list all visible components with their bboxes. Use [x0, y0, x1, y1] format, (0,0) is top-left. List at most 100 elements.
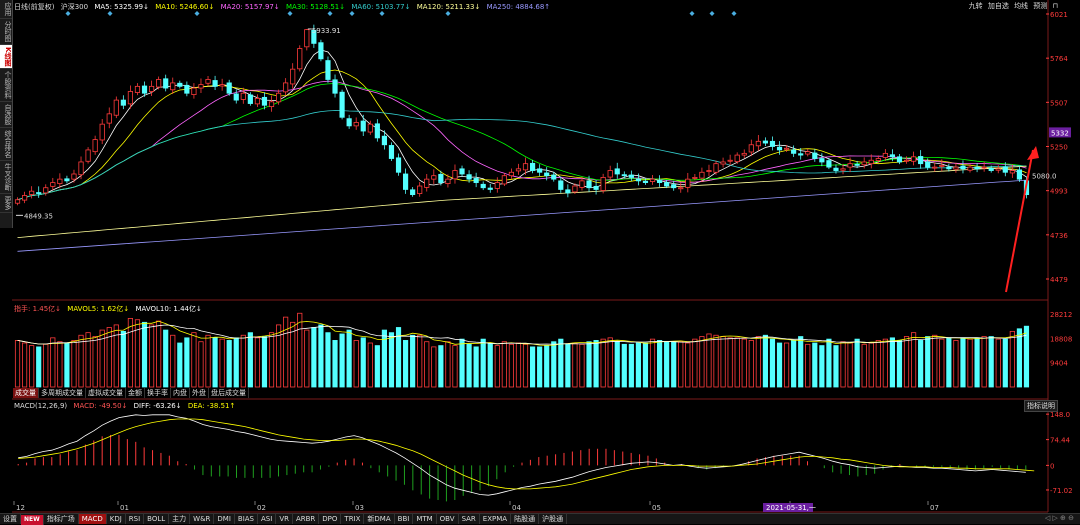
ma250-line [17, 179, 1027, 252]
volume-bar [741, 338, 747, 388]
volume-bar [353, 340, 359, 388]
candle-body [649, 178, 656, 182]
volume-bar [424, 341, 430, 388]
candle-body [487, 187, 493, 190]
candle-body [762, 140, 769, 144]
candle-body [480, 183, 486, 189]
volume-bar [226, 340, 232, 388]
candle-body [346, 118, 352, 127]
dea-value: DEA: -38.51↑ [187, 402, 236, 410]
candle-body [452, 170, 458, 180]
volume-bar [544, 345, 550, 388]
vol-tab-volume[interactable]: 成交量 [13, 388, 39, 398]
volume-bar [783, 342, 790, 388]
vol-tab-inner[interactable]: 内盘 [171, 388, 190, 398]
volume-bar [896, 340, 903, 388]
volume-bar [381, 329, 388, 388]
macd-axis-label: -71.02 [1050, 487, 1073, 495]
candle-body [769, 140, 776, 147]
volume-axis-label: 18808 [1050, 335, 1072, 343]
volume-bar [953, 340, 959, 388]
candle-body [113, 99, 119, 116]
volume-bar [572, 342, 578, 388]
volume-bar [819, 345, 825, 388]
volume-bar [967, 338, 973, 388]
volume-bar [297, 312, 303, 388]
volume-bar [812, 342, 818, 388]
volume-bar [558, 338, 564, 388]
vol-tab-after-hours[interactable]: 盘后成交量 [209, 388, 249, 398]
volume-bar [325, 332, 331, 388]
vol-tab-turnover[interactable]: 换手率 [145, 388, 171, 398]
volume-bar [939, 338, 945, 388]
candle-body [812, 152, 818, 159]
candle-body [565, 189, 571, 194]
candle-body [29, 190, 35, 195]
volume-bar [318, 324, 324, 388]
volume-bar [254, 337, 261, 388]
volume-bar [501, 341, 507, 388]
vol-tab-multi-period[interactable]: 多周期成交量 [39, 388, 86, 398]
low-annotation: 4849.35 [24, 212, 53, 220]
volume-bar [374, 345, 380, 388]
candle-body [593, 185, 599, 190]
candle-body [381, 135, 388, 146]
candle-body [953, 166, 959, 170]
event-diamond-icon [445, 11, 451, 16]
candle-body [544, 172, 550, 177]
candle-body [417, 185, 423, 194]
candle-body [826, 160, 832, 168]
date-label: 02 [257, 504, 266, 512]
candle-body [402, 173, 409, 190]
volume-bar [776, 342, 783, 388]
vol-tab-amount[interactable]: 金额 [126, 388, 145, 398]
volume-bar [170, 334, 176, 388]
candle-body [529, 162, 536, 171]
volume-bar [113, 324, 119, 388]
volume-bar [903, 336, 910, 388]
macd-axis-label: 148.0 [1050, 411, 1070, 419]
candle-body [78, 161, 84, 176]
kline-chart[interactable]: 6021 5764 5507 5250 4993 4736 4479 5933.91 4849.… [0, 0, 1080, 523]
candle-body [974, 166, 980, 170]
macd-value: MACD: -49.50↓ [73, 402, 128, 410]
candle-body [64, 178, 70, 182]
zoom-controls[interactable]: ◁ ▷ ⊕ ⊖ [1045, 514, 1074, 522]
volume-bar [960, 337, 966, 388]
volume-bar [459, 338, 465, 388]
candle-body [198, 84, 204, 89]
candle-body [868, 159, 874, 165]
volume-bar [762, 334, 769, 388]
price-axis-label: 5764 [1050, 55, 1068, 63]
event-diamond-icon [194, 11, 200, 16]
vol-tab-virtual[interactable]: 虚拟成交量 [86, 388, 126, 398]
volume-bar [163, 329, 169, 388]
indicator-tab[interactable]: NEW [21, 515, 44, 525]
candle-body [558, 180, 564, 190]
volume-bar [946, 337, 952, 388]
event-diamond-icon [689, 11, 695, 16]
candle-body [85, 149, 91, 162]
candle-body [177, 82, 183, 87]
volume-bar [14, 340, 21, 388]
macd-axis-label: 0 [1050, 462, 1054, 470]
candle-body [967, 166, 973, 171]
price-axis-label: 4479 [1050, 276, 1068, 284]
vol-tab-outer[interactable]: 外盘 [190, 388, 209, 398]
volume-bar [854, 338, 860, 388]
volume-bar [177, 342, 183, 388]
candle-body [424, 178, 430, 188]
candle-body [628, 174, 634, 178]
candle-body [247, 94, 253, 104]
volume-bar [191, 332, 197, 388]
candle-body [14, 199, 21, 204]
volume-axis-label: 28212 [1050, 311, 1072, 319]
candle-body [515, 168, 522, 172]
candle-body [212, 80, 218, 87]
candle-body [473, 178, 479, 183]
volume-bar [685, 342, 691, 388]
candle-body [727, 159, 733, 162]
candle-body [854, 163, 860, 166]
volume-bar [614, 341, 620, 388]
macd-help-button[interactable]: 指标说明 [1024, 400, 1058, 412]
